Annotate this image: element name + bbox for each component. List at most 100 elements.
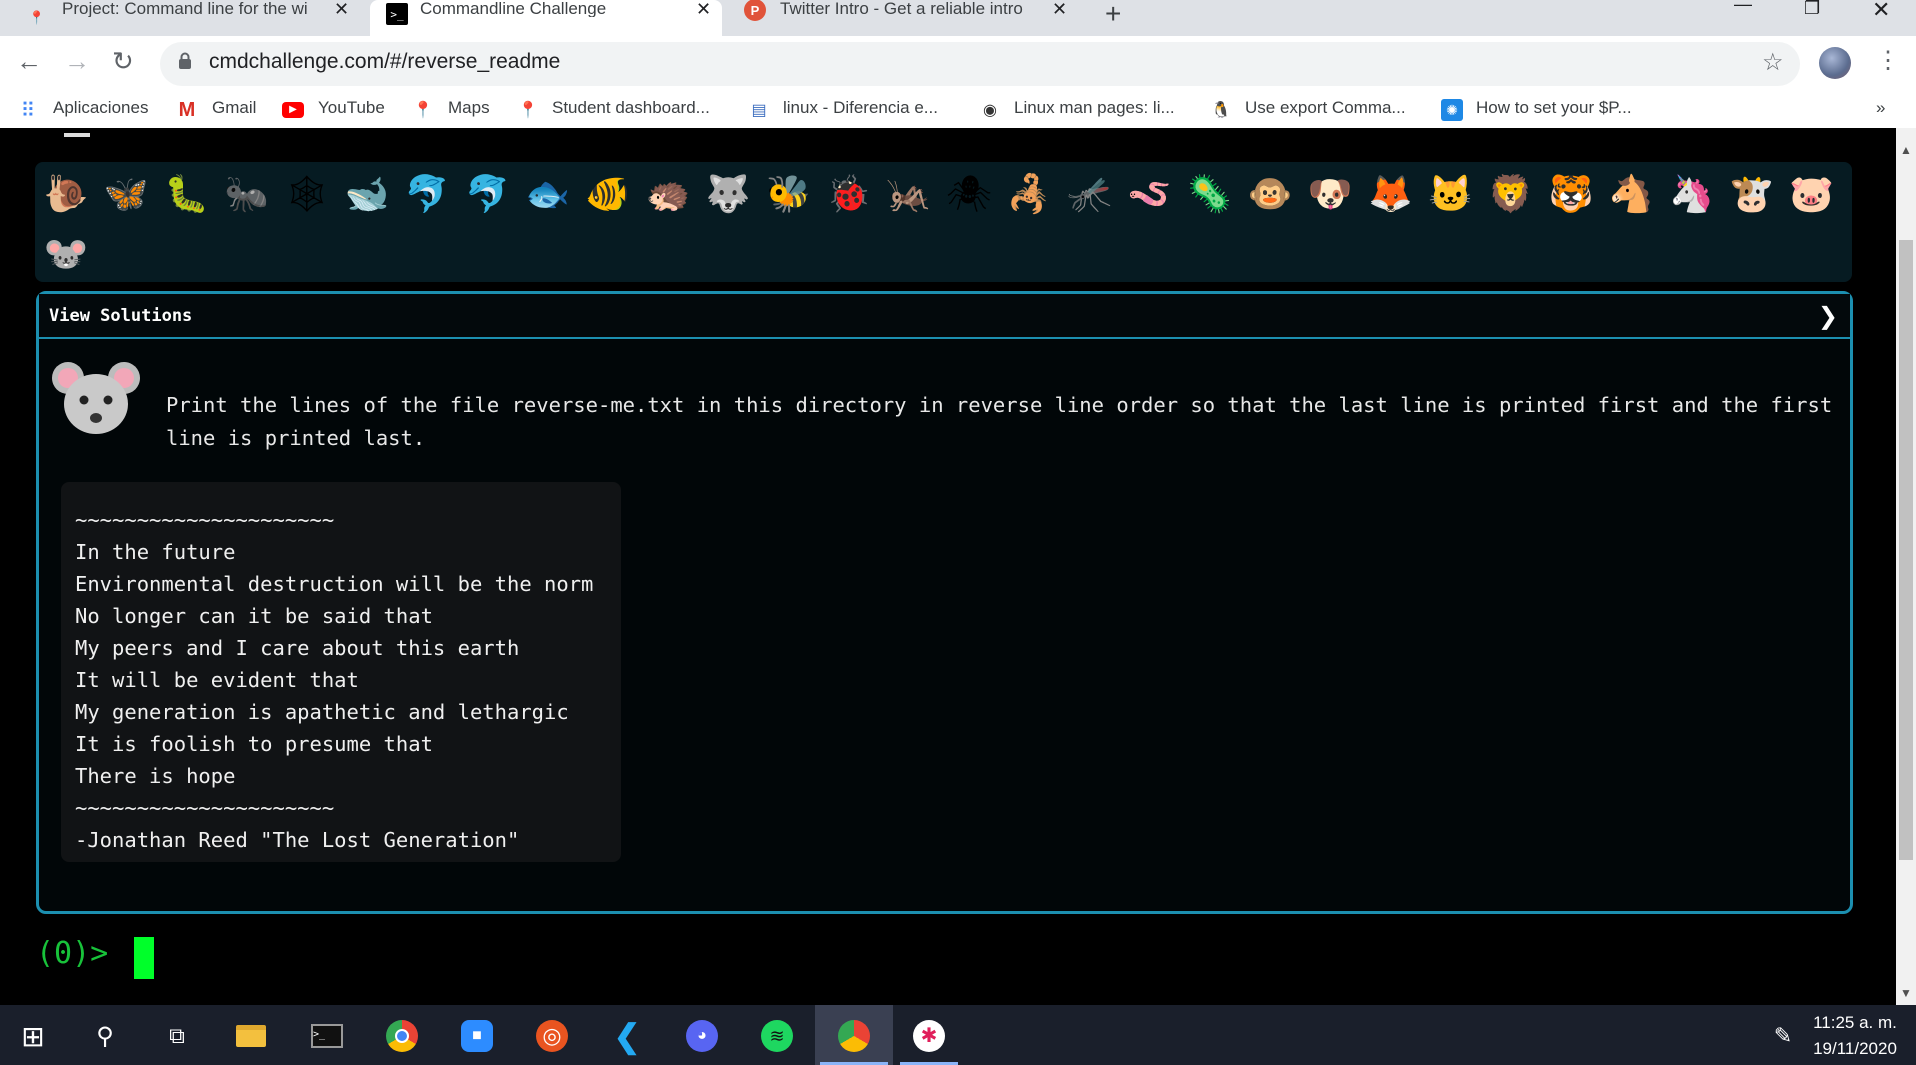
challenge-animal-icon[interactable]: 🦠: [1186, 170, 1234, 218]
search-icon[interactable]: ⚲: [86, 1017, 124, 1055]
poem-line: ~~~~~~~~~~~~~~~~~~~~~: [75, 508, 335, 532]
avatar[interactable]: [1819, 47, 1851, 79]
restore-icon[interactable]: ❐: [1804, 0, 1820, 19]
poem-line: My peers and I care about this earth: [75, 636, 520, 660]
challenge-animal-icon[interactable]: 🕷: [945, 170, 993, 218]
challenge-animal-icon[interactable]: 🐴: [1607, 170, 1655, 218]
clock[interactable]: 11:25 a. m. 19/11/2020: [1800, 1010, 1910, 1062]
new-tab-icon[interactable]: +: [1105, 0, 1121, 30]
challenge-animal-icon[interactable]: 🐭: [42, 230, 90, 278]
challenge-animal-icon[interactable]: 🐜: [223, 170, 271, 218]
challenge-animal-icon[interactable]: 🐛: [162, 170, 210, 218]
tab-project[interactable]: 📍 Project: Command line for the wi ✕: [0, 0, 360, 36]
mouse-avatar-icon: [52, 362, 140, 434]
scroll-up-icon[interactable]: ▲: [1900, 143, 1912, 157]
challenge-animal-icon[interactable]: 🕸: [283, 170, 331, 218]
forward-icon[interactable]: →: [64, 46, 90, 77]
poem-line: There is hope: [75, 764, 236, 788]
file-explorer-icon[interactable]: [232, 1017, 270, 1055]
bookmark-linux-man-pages[interactable]: Linux man pages: li...: [1014, 98, 1175, 118]
reload-icon[interactable]: ↻: [112, 46, 134, 77]
challenge-animal-icon[interactable]: 🪱: [1126, 170, 1174, 218]
clock-date: 19/11/2020: [1813, 1039, 1897, 1058]
challenge-animal-icon[interactable]: 🐌: [42, 170, 90, 218]
close-icon[interactable]: ✕: [1052, 0, 1067, 20]
challenge-animal-icon[interactable]: 🐵: [1246, 170, 1294, 218]
challenge-animal-icon[interactable]: 🐯: [1547, 170, 1595, 218]
maps-pin-icon: 📍: [413, 102, 433, 119]
discord-icon[interactable]: ◕: [683, 1017, 721, 1055]
challenge-animal-icon[interactable]: 🐞: [825, 170, 873, 218]
zoom-icon[interactable]: ■: [458, 1017, 496, 1055]
bookmark-use-export[interactable]: Use export Comma...: [1245, 98, 1406, 118]
penguin-icon: 🐧: [1211, 102, 1231, 119]
challenge-animal-icon[interactable]: 🐠: [584, 170, 632, 218]
challenge-animal-icon[interactable]: 🦟: [1065, 170, 1113, 218]
tab-commandline[interactable]: >_ Commandline Challenge ✕: [370, 0, 722, 36]
chrome-profile-icon[interactable]: [835, 1017, 873, 1055]
minimize-icon[interactable]: —: [1734, 0, 1752, 15]
clock-time: 11:25 a. m.: [1813, 1013, 1897, 1032]
bookmark-star-icon[interactable]: ☆: [1762, 48, 1784, 77]
bookmark-gmail[interactable]: Gmail: [212, 98, 256, 118]
challenge-animal-icon[interactable]: 🦁: [1487, 170, 1535, 218]
p-badge-icon: P: [744, 0, 766, 21]
slack-icon[interactable]: ✱: [910, 1017, 948, 1055]
bookmarks-overflow-button[interactable]: »: [1876, 98, 1885, 118]
challenge-animal-icon[interactable]: 🐬: [403, 170, 451, 218]
challenge-animal-icon[interactable]: 🦋: [102, 170, 150, 218]
menu-dots-icon[interactable]: ⋮: [1876, 46, 1900, 75]
challenge-animal-icon[interactable]: 🦔: [644, 170, 692, 218]
terminal-input[interactable]: [134, 937, 154, 979]
challenge-animal-icon[interactable]: 🦗: [885, 170, 933, 218]
close-icon[interactable]: ✕: [696, 0, 711, 20]
tab-strip: 📍 Project: Command line for the wi ✕ >_ …: [0, 0, 1916, 36]
challenge-animal-icon[interactable]: 🐝: [764, 170, 812, 218]
view-solutions-header[interactable]: View Solutions ❯: [39, 294, 1850, 339]
challenge-animal-icon[interactable]: 🐱: [1427, 170, 1475, 218]
chevron-right-icon[interactable]: ❯: [1818, 302, 1838, 330]
spotify-icon[interactable]: ≋: [758, 1017, 796, 1055]
stack-icon: ▤: [751, 102, 767, 119]
close-icon[interactable]: ✕: [334, 0, 349, 20]
vscode-icon[interactable]: ❮: [608, 1017, 646, 1055]
challenge-animal-icon[interactable]: 🐷: [1788, 170, 1836, 218]
terminal-app-icon[interactable]: >_: [308, 1017, 346, 1055]
chrome-icon[interactable]: [383, 1017, 421, 1055]
ubuntu-icon[interactable]: ◎: [533, 1017, 571, 1055]
challenge-animal-icon[interactable]: 🐮: [1728, 170, 1776, 218]
url-text[interactable]: cmdchallenge.com/#/reverse_readme: [209, 50, 560, 74]
challenge-animal-icon[interactable]: 🐟: [524, 170, 572, 218]
red-pin-icon: 📍: [28, 10, 46, 25]
challenge-animal-icon[interactable]: 🦂: [1005, 170, 1053, 218]
challenge-animal-icon[interactable]: 🐶: [1306, 170, 1354, 218]
bookmark-student-dashboard[interactable]: Student dashboard...: [552, 98, 710, 118]
challenge-animal-icon[interactable]: 🐋: [343, 170, 391, 218]
globe-icon: ◉: [983, 102, 997, 119]
logo-fragment: [64, 133, 90, 137]
pen-icon[interactable]: ✎: [1764, 1017, 1802, 1055]
bookmark-youtube[interactable]: YouTube: [318, 98, 385, 118]
bookmark-linux-diferencia[interactable]: linux - Diferencia e...: [783, 98, 938, 118]
scroll-down-icon[interactable]: ▼: [1900, 986, 1912, 1000]
window-close-icon[interactable]: ✕: [1872, 0, 1890, 23]
taskbar: [0, 1005, 1916, 1065]
challenge-animal-icon[interactable]: 🐬: [463, 170, 511, 218]
task-view-icon[interactable]: ⧉: [158, 1017, 196, 1055]
scrollbar-thumb[interactable]: [1899, 240, 1913, 860]
poem-line: My generation is apathetic and lethargic: [75, 700, 569, 724]
bookmark-how-to-set[interactable]: How to set your $P...: [1476, 98, 1632, 118]
bookmark-maps[interactable]: Maps: [448, 98, 490, 118]
bookmark-apps[interactable]: Aplicaciones: [53, 98, 148, 118]
windows-start-icon[interactable]: ⊞: [14, 1017, 52, 1055]
challenge-animal-icon[interactable]: 🦊: [1366, 170, 1414, 218]
file-preview: ~~~~~~~~~~~~~~~~~~~~~ In the future Envi…: [61, 482, 621, 862]
challenge-animal-icon[interactable]: 🐺: [704, 170, 752, 218]
challenge-panel: View Solutions ❯ Print the lines of the …: [36, 291, 1853, 914]
poem-line: -Jonathan Reed "The Lost Generation": [75, 828, 520, 852]
poem-line: It will be evident that: [75, 668, 359, 692]
challenge-animal-icon[interactable]: 🦄: [1667, 170, 1715, 218]
tab-twitter-intro[interactable]: P Twitter Intro - Get a reliable intro ✕: [730, 0, 1090, 36]
tab-label: Commandline Challenge: [420, 0, 607, 17]
back-icon[interactable]: ←: [16, 46, 42, 77]
